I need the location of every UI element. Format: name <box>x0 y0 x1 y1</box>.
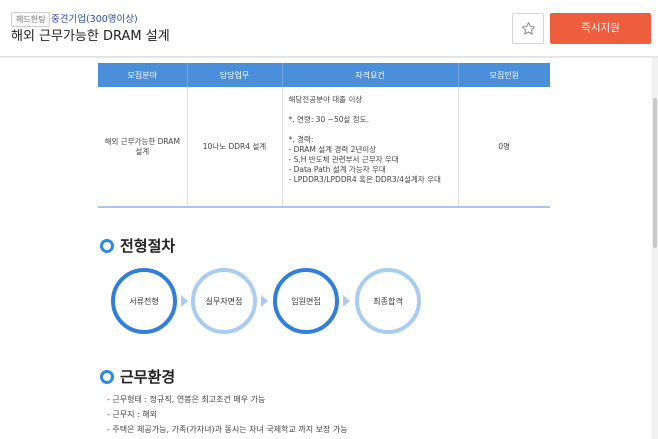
qualification-line: 해당전공분야 대졸 이상 <box>288 95 363 104</box>
job-header: 헤드헌팅 중견기업(300명이상) 해외 근무가능한 DRAM 설계 즉시지원 <box>0 0 658 57</box>
qualification-line: - LPDDR3/LPDDR4 혹은 DDR3/4설계자 우대 <box>288 175 441 184</box>
list-item: - 근무형태 : 정규직, 연봉은 최고조건 매우 가능 <box>107 395 266 404</box>
process-section-title: 전형절차 <box>100 237 175 255</box>
apply-now-button[interactable]: 즉시지원 <box>550 13 651 44</box>
list-item: - 근무지 : 해외 <box>107 410 158 419</box>
step-practitioner-interview: 실무자면접 <box>191 268 257 334</box>
cell-headcount: 0명 <box>458 87 550 208</box>
job-detail-content: 모집분야 담당업무 자격요건 모집인원 해외 근무가능한 DRAM 설계 10나… <box>0 58 652 439</box>
job-title: 해외 근무가능한 DRAM 설계 <box>11 29 170 44</box>
list-item: - 주택은 제공가능, 가족(가자녀)과 동시는 자녀 국제학교 까지 보장 가… <box>107 425 348 434</box>
qualification-line <box>289 125 452 135</box>
recruit-table: 모집분야 담당업무 자격요건 모집인원 해외 근무가능한 DRAM 설계 10나… <box>98 63 550 208</box>
star-icon <box>521 22 535 35</box>
qualification-line: - Data Path 설계 가능자 우대 <box>288 165 386 174</box>
headhunting-badge: 헤드헌팅 <box>11 12 51 27</box>
col-header-field: 모집분야 <box>98 63 188 87</box>
arrow-right-icon <box>261 295 268 307</box>
col-header-duty: 담당업무 <box>187 63 283 87</box>
qualification-line: - DRAM 설계 경력 2년이상 <box>288 145 377 154</box>
cell-field: 해외 근무가능한 DRAM 설계 <box>98 87 188 208</box>
step-final-acceptance: 최종합격 <box>355 268 421 334</box>
environment-section-title: 근무환경 <box>100 368 175 386</box>
bookmark-button[interactable] <box>512 13 544 44</box>
qualification-line: *. 경력: <box>288 135 314 144</box>
cell-qualifications: 해당전공분야 대졸 이상 *. 연령: 30 ~50살 정도. *. 경력: -… <box>282 87 459 208</box>
table-row: 해외 근무가능한 DRAM 설계 10나노 DDR4 설계 해당전공분야 대졸 … <box>98 87 550 208</box>
scrollbar[interactable] <box>652 58 658 439</box>
step-executive-interview: 임원면접 <box>273 268 339 334</box>
arrow-right-icon <box>343 295 350 307</box>
cell-duty: 10나노 DDR4 설계 <box>187 87 283 208</box>
environment-title-text: 근무환경 <box>120 368 176 386</box>
qualification-line <box>289 105 452 115</box>
qualification-line: *. 연령: 30 ~50살 정도. <box>288 115 369 124</box>
scrollbar-thumb[interactable] <box>653 98 657 248</box>
arrow-right-icon <box>181 295 188 307</box>
ring-bullet-icon <box>100 370 114 384</box>
company-size-link[interactable]: 중견기업(300명이상) <box>51 12 138 27</box>
col-header-qualifications: 자격요건 <box>282 63 459 87</box>
col-header-headcount: 모집인원 <box>458 63 550 87</box>
qualification-line: - S,H 반도체 관련부서 근무자 우대 <box>288 155 399 164</box>
environment-list: - 근무형태 : 정규직, 연봉은 최고조건 매우 가능 - 근무지 : 해외 … <box>107 392 348 437</box>
process-title-text: 전형절차 <box>120 237 176 255</box>
ring-bullet-icon <box>100 239 114 253</box>
step-document-screening: 서류전형 <box>111 268 177 334</box>
process-steps: 서류전형 실무자면접 임원면접 최종합격 <box>111 268 441 334</box>
